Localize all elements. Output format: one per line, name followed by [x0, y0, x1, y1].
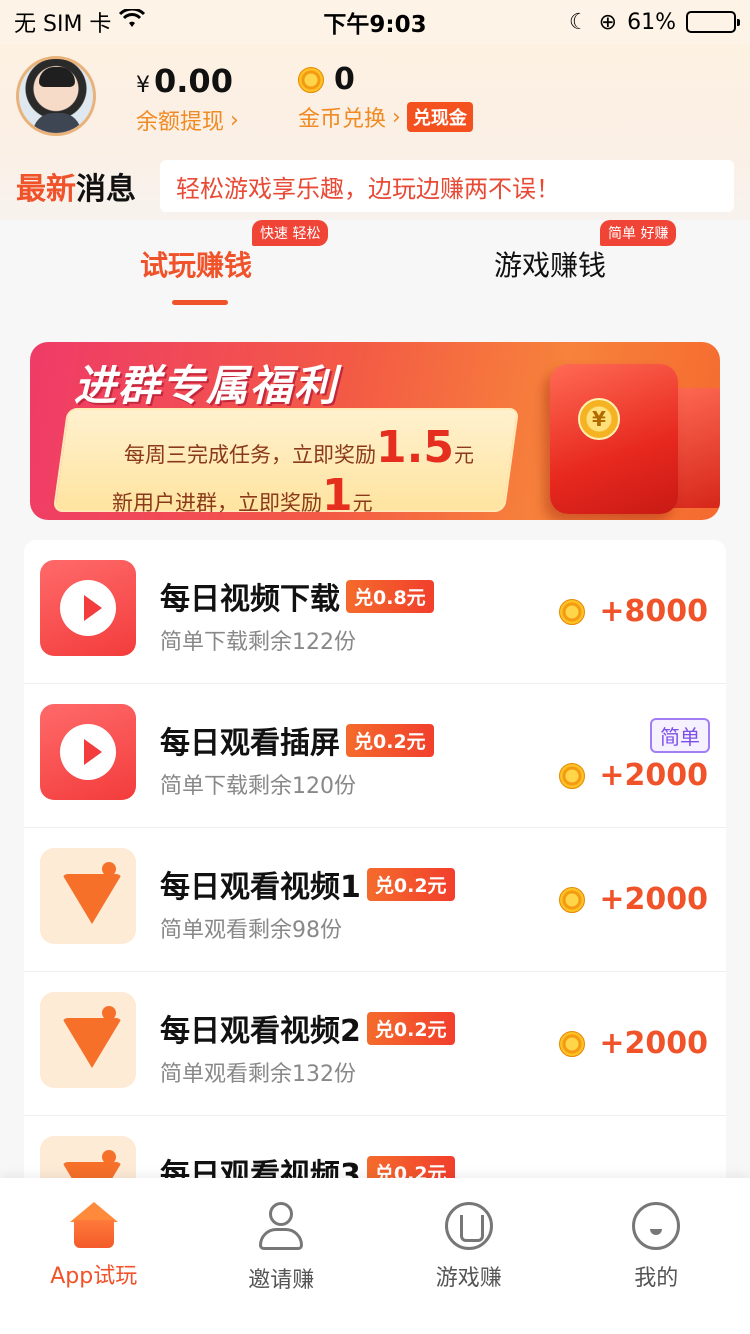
- task-subtitle: 简单观看剩余132份: [160, 1062, 356, 1087]
- task-row[interactable]: 每日观看视频1 兑0.2元 简单观看剩余98份 +2000: [24, 828, 726, 972]
- tab-trial-earn[interactable]: 试玩赚钱: [140, 244, 252, 284]
- tab-badge-easy: 简单 好赚: [600, 220, 677, 246]
- banner-line-1: 每周三完成任务，立即奖励1.5元: [124, 422, 474, 473]
- tab-badge-fast: 快速 轻松: [252, 220, 329, 246]
- coins-value: 0: [334, 62, 355, 97]
- yuan-coin-icon: ¥: [578, 398, 620, 440]
- coin-icon: [559, 762, 586, 789]
- exchange-tag: 兑0.2元: [366, 1011, 455, 1045]
- chevron-right-icon: ›: [230, 107, 239, 133]
- banner-line-2-unit: 元: [352, 491, 373, 515]
- reward-value: +8000: [599, 594, 708, 629]
- easy-badge: 简单: [650, 718, 710, 753]
- banner-line-2: 新用户进群，立即奖励1元: [112, 470, 373, 520]
- cash-badge: 兑现金: [406, 102, 473, 132]
- task-title: 每日视频下载: [160, 582, 340, 617]
- task-reward: +2000: [559, 882, 708, 917]
- exchange-tag: 兑0.2元: [346, 723, 434, 757]
- exchange-link[interactable]: 金币兑换 › 兑现金: [298, 101, 473, 133]
- clock: 下午9:03: [323, 12, 427, 38]
- group-welfare-banner[interactable]: 进群专属福利 每周三完成任务，立即奖励1.5元 新用户进群，立即奖励1元 ¥: [30, 342, 720, 520]
- balance-value: 0.00: [154, 62, 233, 100]
- banner-line-2-text: 新用户进群，立即奖励: [112, 491, 322, 515]
- play-triangle-icon: [40, 992, 136, 1088]
- banner-line-1-text: 每周三完成任务，立即奖励: [124, 443, 376, 467]
- news-bar: 最新消息 轻松游戏享乐趣，边玩边赚两不误！: [0, 158, 750, 214]
- coins-block: 0 金币兑换 › 兑现金: [298, 62, 473, 133]
- person-icon: [257, 1202, 305, 1252]
- exchange-label: 金币兑换: [298, 107, 387, 132]
- news-message[interactable]: 轻松游戏享乐趣，边玩边赚两不误！: [160, 160, 734, 212]
- video-download-icon: [40, 704, 136, 800]
- reward-value: +2000: [599, 1026, 708, 1061]
- coin-icon: [298, 66, 324, 93]
- task-row[interactable]: 每日观看视频2 兑0.2元 简单观看剩余132份 +2000: [24, 972, 726, 1116]
- news-title: 最新消息: [16, 164, 152, 208]
- battery-percent: 61%: [627, 9, 676, 35]
- banner-line-2-amount: 1: [322, 470, 353, 520]
- task-reward: +2000: [559, 1026, 708, 1061]
- play-triangle-icon: [40, 848, 136, 944]
- exchange-tag: 兑0.8元: [346, 579, 434, 613]
- task-subtitle: 简单下载剩余122份: [160, 630, 356, 655]
- profile-face-icon: [632, 1202, 681, 1250]
- coin-icon: [559, 598, 586, 625]
- nav-invite[interactable]: 邀请赚: [188, 1178, 376, 1334]
- task-list: 每日视频下载 兑0.8元 简单下载剩余122份 +8000 每日观看插屏 兑0.2元…: [24, 540, 726, 1200]
- nav-label: 邀请赚: [248, 1268, 315, 1293]
- bottom-nav: App试玩 邀请赚 游戏赚 我的: [0, 1178, 750, 1334]
- nav-label: 游戏赚: [435, 1266, 502, 1291]
- game-icon: [444, 1202, 493, 1250]
- home-icon: [69, 1202, 118, 1248]
- task-reward: +8000: [559, 594, 708, 629]
- news-title-part1: 最新: [16, 172, 76, 207]
- battery-icon: [686, 11, 740, 33]
- nav-mine[interactable]: 我的: [563, 1178, 750, 1334]
- avatar[interactable]: [16, 56, 96, 136]
- task-reward: +2000: [559, 758, 708, 793]
- nav-game-earn[interactable]: 游戏赚: [375, 1178, 563, 1334]
- nav-app-trial[interactable]: App试玩: [0, 1178, 188, 1334]
- withdraw-label: 余额提现: [136, 110, 225, 135]
- reward-value: +2000: [599, 882, 708, 917]
- reward-value: +2000: [599, 758, 708, 793]
- banner-line-1-unit: 元: [453, 443, 474, 467]
- nav-label: App试玩: [50, 1264, 138, 1289]
- exchange-tag: 兑0.2元: [366, 867, 455, 901]
- task-title: 每日观看视频2: [160, 1014, 361, 1049]
- task-title: 每日观看视频1: [160, 870, 361, 905]
- tab-bar: 试玩赚钱 快速 轻松 游戏赚钱 简单 好赚: [0, 218, 750, 314]
- news-title-part2: 消息: [76, 172, 136, 207]
- wifi-icon: [119, 7, 146, 35]
- task-row[interactable]: 每日视频下载 兑0.8元 简单下载剩余122份 +8000: [24, 540, 726, 684]
- active-tab-indicator: [172, 300, 228, 305]
- moon-icon: ☾: [568, 9, 589, 35]
- task-row[interactable]: 每日观看插屏 兑0.2元 简单下载剩余120份 简单 +2000: [24, 684, 726, 828]
- currency-symbol: ¥: [136, 73, 150, 98]
- nav-label: 我的: [634, 1266, 679, 1291]
- red-envelope-icon: [550, 364, 678, 514]
- status-bar: 无 SIM 卡 下午9:03 ☾ ⊕ 61%: [0, 0, 750, 44]
- coin-icon: [559, 1030, 586, 1057]
- task-subtitle: 简单下载剩余120份: [160, 774, 356, 799]
- banner-title: 进群专属福利: [74, 361, 339, 410]
- video-download-icon: [40, 560, 136, 656]
- chevron-right-icon: ›: [392, 104, 401, 130]
- balance-block: ¥0.00 余额提现 ›: [136, 62, 239, 136]
- task-title: 每日观看插屏: [160, 726, 340, 761]
- withdraw-link[interactable]: 余额提现 ›: [136, 104, 239, 136]
- carrier-label: 无 SIM 卡: [14, 12, 112, 37]
- coin-icon: [559, 886, 586, 913]
- task-subtitle: 简单观看剩余98份: [160, 918, 342, 943]
- rotation-lock-icon: ⊕: [598, 9, 618, 35]
- tab-game-earn[interactable]: 游戏赚钱: [494, 244, 606, 284]
- banner-line-1-amount: 1.5: [376, 422, 454, 473]
